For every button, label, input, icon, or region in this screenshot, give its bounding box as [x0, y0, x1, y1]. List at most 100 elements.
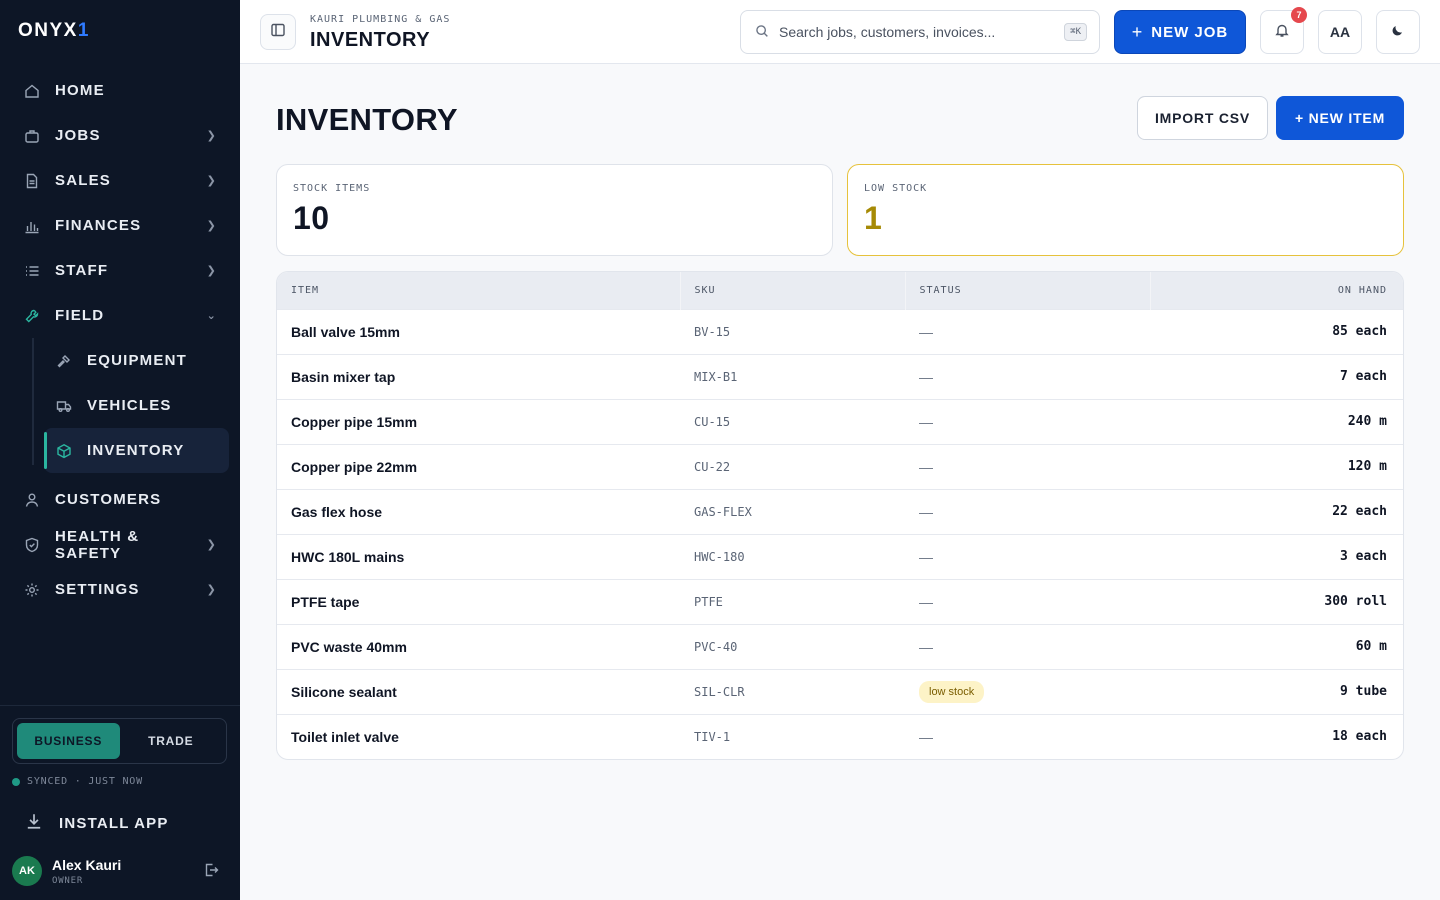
item-sku: SIL-CLR	[680, 668, 905, 714]
table-row[interactable]: Copper pipe 22mm CU-22 — 120 m	[277, 443, 1403, 489]
search-input[interactable]	[779, 24, 1065, 40]
item-name: Copper pipe 22mm	[277, 443, 680, 489]
sidebar-item-staff[interactable]: STAFF ❯	[12, 248, 229, 293]
company-name: KAURI PLUMBING & GAS	[310, 14, 451, 25]
item-name: Copper pipe 15mm	[277, 398, 680, 444]
item-status: —	[905, 398, 1150, 444]
new-item-button[interactable]: + NEW ITEM	[1276, 96, 1404, 140]
sidebar-item-vehicles[interactable]: VEHICLES	[44, 383, 229, 428]
column-header-on-hand[interactable]: ON HAND	[1149, 272, 1403, 309]
sync-status: SYNCED · JUST NOW	[12, 776, 143, 787]
table-row[interactable]: Silicone sealant SIL-CLR low stock 9 tub…	[277, 668, 1403, 714]
inventory-table: ITEM SKU STATUS ON HAND Ball valve 15mm …	[276, 271, 1404, 760]
item-name: Silicone sealant	[277, 668, 680, 714]
install-app-button[interactable]: INSTALL APP	[25, 812, 169, 835]
app-logo[interactable]: ONYX1	[18, 20, 90, 42]
sidebar-item-label: HOME	[55, 82, 105, 99]
item-status: —	[905, 488, 1150, 534]
sidebar-item-home[interactable]: HOME	[12, 68, 229, 113]
sidebar-item-label: INVENTORY	[87, 442, 185, 459]
table-row[interactable]: HWC 180L mains HWC-180 — 3 each	[277, 533, 1403, 579]
user-icon	[24, 492, 40, 508]
sidebar: ONYX1 HOME JOBS ❯ SALES ❯ FINANCES ❯ STA…	[0, 0, 240, 900]
notification-badge: 7	[1291, 7, 1307, 23]
theme-toggle-button[interactable]	[1376, 10, 1420, 54]
sidebar-footer: BUSINESS TRADE SYNCED · JUST NOW INSTALL…	[0, 705, 240, 900]
sidebar-item-label: SALES	[55, 172, 112, 189]
low-stock-card[interactable]: LOW STOCK 1	[847, 164, 1404, 256]
user-name: Alex Kauri	[52, 856, 122, 873]
sidebar-panel-icon	[270, 22, 286, 43]
item-name: Basin mixer tap	[277, 353, 680, 399]
item-name: Ball valve 15mm	[277, 308, 680, 354]
item-status: —	[905, 308, 1150, 354]
column-header-sku[interactable]: SKU	[679, 272, 905, 309]
sidebar-item-field[interactable]: FIELD ⌄	[12, 293, 229, 338]
chevron-right-icon: ❯	[206, 220, 217, 232]
user-role: OWNER	[52, 875, 84, 886]
item-status: —	[905, 713, 1150, 759]
mode-trade-button[interactable]: TRADE	[120, 723, 223, 759]
chevron-down-icon: ⌄	[206, 310, 217, 322]
item-on-hand: 3 each	[1150, 533, 1403, 579]
chevron-right-icon: ❯	[206, 584, 217, 596]
import-csv-button[interactable]: IMPORT CSV	[1137, 96, 1268, 140]
item-status: —	[905, 353, 1150, 399]
item-on-hand: 9 tube	[1150, 668, 1403, 714]
sidebar-item-customers[interactable]: CUSTOMERS	[12, 477, 229, 522]
item-sku: PTFE	[680, 578, 905, 624]
table-row[interactable]: Ball valve 15mm BV-15 — 85 each	[277, 308, 1403, 354]
table-row[interactable]: Basin mixer tap MIX-B1 — 7 each	[277, 353, 1403, 399]
sidebar-item-label: EQUIPMENT	[87, 352, 187, 369]
table-row[interactable]: PVC waste 40mm PVC-40 — 60 m	[277, 623, 1403, 669]
sidebar-item-equipment[interactable]: EQUIPMENT	[44, 338, 229, 383]
item-status: —	[905, 623, 1150, 669]
new-job-button[interactable]: + NEW JOB	[1114, 10, 1246, 54]
item-status-cell: low stock	[905, 668, 1150, 714]
user-profile[interactable]: AK Alex Kauri OWNER	[12, 856, 227, 886]
item-name: PVC waste 40mm	[277, 623, 680, 669]
sidebar-item-health-safety[interactable]: HEALTH & SAFETY ❯	[12, 522, 229, 567]
chevron-right-icon: ❯	[206, 539, 217, 551]
sidebar-item-jobs[interactable]: JOBS ❯	[12, 113, 229, 158]
item-sku: CU-22	[680, 443, 905, 489]
search-box[interactable]: ⌘K	[740, 10, 1100, 54]
sidebar-item-label: HEALTH & SAFETY	[55, 527, 140, 562]
sidebar-item-settings[interactable]: SETTINGS ❯	[12, 567, 229, 612]
truck-icon	[56, 398, 72, 414]
table-row[interactable]: PTFE tape PTFE — 300 roll	[277, 578, 1403, 624]
table-row[interactable]: Copper pipe 15mm CU-15 — 240 m	[277, 398, 1403, 444]
column-header-item[interactable]: ITEM	[277, 272, 680, 309]
sidebar-item-inventory[interactable]: INVENTORY	[44, 428, 229, 473]
logout-icon[interactable]	[203, 862, 219, 881]
table-row[interactable]: Toilet inlet valve TIV-1 — 18 each	[277, 713, 1403, 759]
mode-business-button[interactable]: BUSINESS	[17, 723, 120, 759]
item-on-hand: 300 roll	[1150, 578, 1403, 624]
low-stock-badge: low stock	[919, 680, 985, 703]
sidebar-item-finances[interactable]: FINANCES ❯	[12, 203, 229, 248]
column-header-status[interactable]: STATUS	[904, 272, 1150, 309]
font-size-button[interactable]: AA	[1318, 10, 1362, 54]
bell-icon	[1274, 22, 1290, 42]
table-header-row: ITEM SKU STATUS ON HAND	[277, 272, 1403, 309]
item-on-hand: 7 each	[1150, 353, 1403, 399]
sidebar-item-label: CUSTOMERS	[55, 491, 162, 508]
stock-items-card: STOCK ITEMS 10	[276, 164, 833, 256]
item-on-hand: 120 m	[1150, 443, 1403, 489]
sidebar-toggle-button[interactable]	[260, 14, 296, 50]
font-size-icon: AA	[1329, 24, 1351, 40]
chevron-right-icon: ❯	[206, 130, 217, 142]
item-sku: MIX-B1	[680, 353, 905, 399]
notifications-button[interactable]: 7	[1260, 7, 1307, 54]
sidebar-item-sales[interactable]: SALES ❯	[12, 158, 229, 203]
item-sku: CU-15	[680, 398, 905, 444]
sidebar-nav: HOME JOBS ❯ SALES ❯ FINANCES ❯ STAFF ❯ F…	[12, 68, 229, 612]
item-on-hand: 85 each	[1150, 308, 1403, 354]
sync-dot-icon	[12, 777, 20, 786]
avatar: AK	[12, 856, 42, 886]
briefcase-icon	[24, 128, 40, 144]
hammer-icon	[56, 353, 72, 369]
table-row[interactable]: Gas flex hose GAS-FLEX — 22 each	[277, 488, 1403, 534]
item-sku: PVC-40	[680, 623, 905, 669]
item-on-hand: 18 each	[1150, 713, 1403, 759]
